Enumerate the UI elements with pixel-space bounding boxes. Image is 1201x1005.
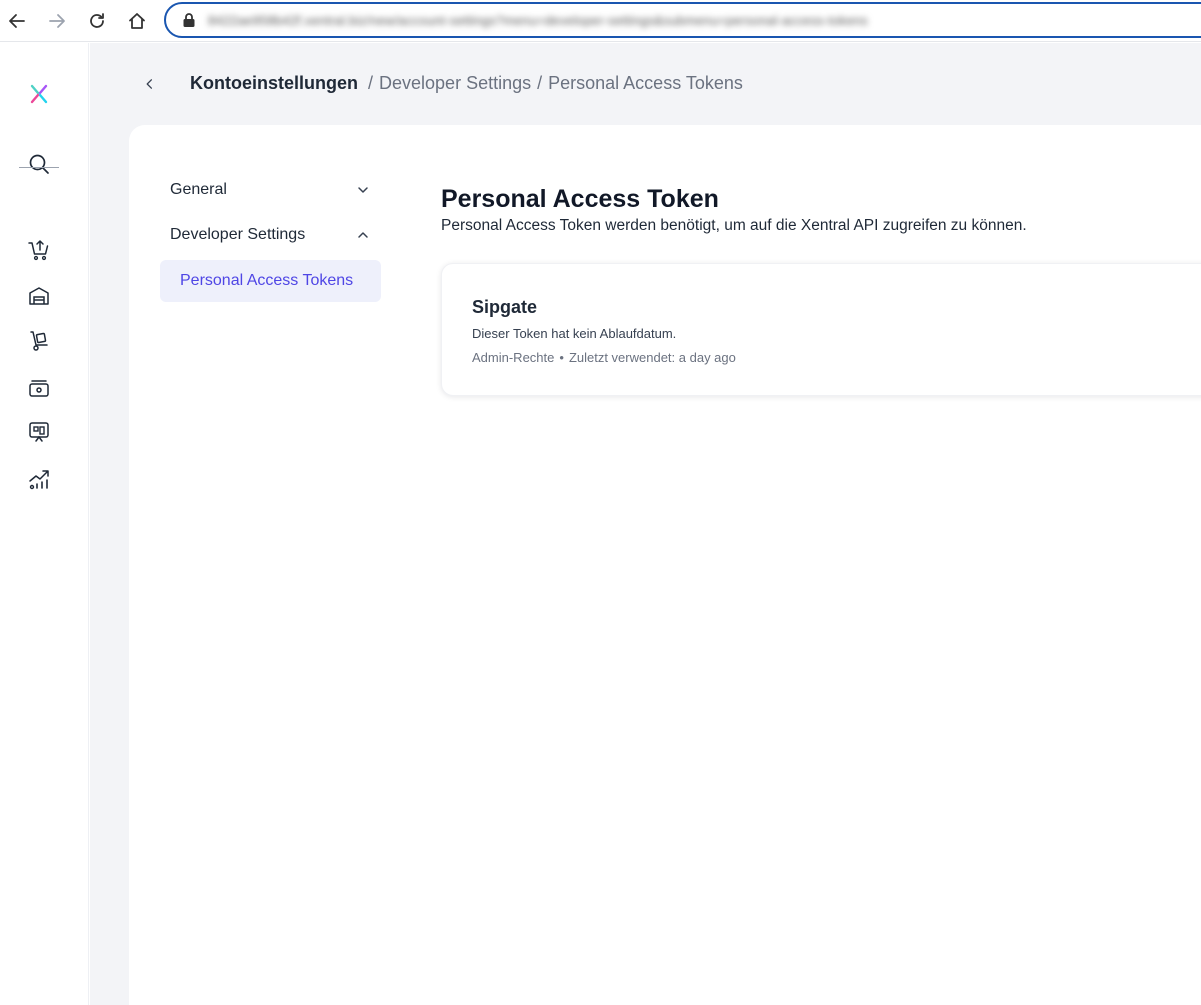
menu-item-label: Developer Settings — [170, 226, 306, 243]
cart-upload-icon[interactable] — [26, 237, 52, 263]
xentral-logo-icon[interactable] — [26, 81, 52, 107]
token-name: Sipgate — [472, 297, 538, 317]
analytics-chart-icon[interactable] — [26, 466, 52, 492]
browser-back-button[interactable] — [4, 8, 30, 34]
menu-item-label: General — [170, 181, 227, 198]
menu-item-developer-settings[interactable]: Developer Settings — [160, 214, 380, 256]
arrow-left-icon — [9, 14, 25, 28]
chevron-up-icon — [358, 232, 368, 238]
token-last-used: Zuletzt verwendet: a day ago — [568, 350, 736, 365]
token-card[interactable]: Sipgate Dieser Token hat kein Ablaufdatu… — [441, 263, 1201, 396]
breadcrumb-item-personal-access-tokens: Personal Access Tokens — [548, 73, 743, 93]
breadcrumb: Kontoeinstellungen / Developer Settings … — [190, 73, 743, 94]
browser-toolbar: 8422ae958b42f.xentral.biz/new/account-se… — [0, 0, 1201, 42]
hand-truck-icon[interactable] — [26, 328, 52, 354]
breadcrumb-item-developer-settings[interactable]: Developer Settings — [379, 73, 531, 94]
chevron-down-icon — [358, 187, 368, 193]
breadcrumb-separator: / — [537, 73, 543, 93]
reload-icon — [90, 13, 104, 28]
menu-item-general[interactable]: General — [160, 169, 380, 211]
app-sidebar — [0, 43, 89, 1005]
lock-icon — [183, 13, 195, 27]
browser-reload-button[interactable] — [84, 8, 110, 34]
rail-divider — [19, 167, 59, 168]
home-icon — [129, 13, 145, 29]
back-button[interactable] — [140, 74, 160, 94]
url-text: 8422ae958b42f.xentral.biz/new/account-se… — [208, 12, 868, 28]
browser-forward-button[interactable] — [44, 8, 70, 34]
breadcrumb-root[interactable]: Kontoeinstellungen — [190, 73, 358, 94]
meta-separator-dot: • — [559, 350, 564, 365]
submenu-item-personal-access-tokens[interactable]: Personal Access Tokens — [160, 260, 381, 302]
presentation-board-icon[interactable] — [26, 419, 52, 445]
token-expiry: Dieser Token hat kein Ablaufdatum. — [472, 326, 677, 341]
cash-register-icon[interactable] — [26, 375, 52, 401]
browser-home-button[interactable] — [124, 8, 150, 34]
address-bar[interactable]: 8422ae958b42f.xentral.biz/new/account-se… — [164, 2, 1201, 38]
arrow-right-icon — [49, 14, 65, 28]
settings-panel — [129, 125, 1201, 1005]
search-icon[interactable] — [26, 151, 52, 177]
chevron-left-icon — [146, 79, 153, 89]
breadcrumb-separator: / — [368, 73, 374, 93]
page-description: Personal Access Token werden benötigt, u… — [441, 217, 1027, 234]
token-meta: Admin-Rechte • Zuletzt verwendet: a day ag… — [472, 350, 736, 365]
page-title: Personal Access Token — [441, 185, 719, 213]
token-rights: Admin-Rechte — [472, 350, 555, 365]
warehouse-icon[interactable] — [26, 283, 52, 309]
